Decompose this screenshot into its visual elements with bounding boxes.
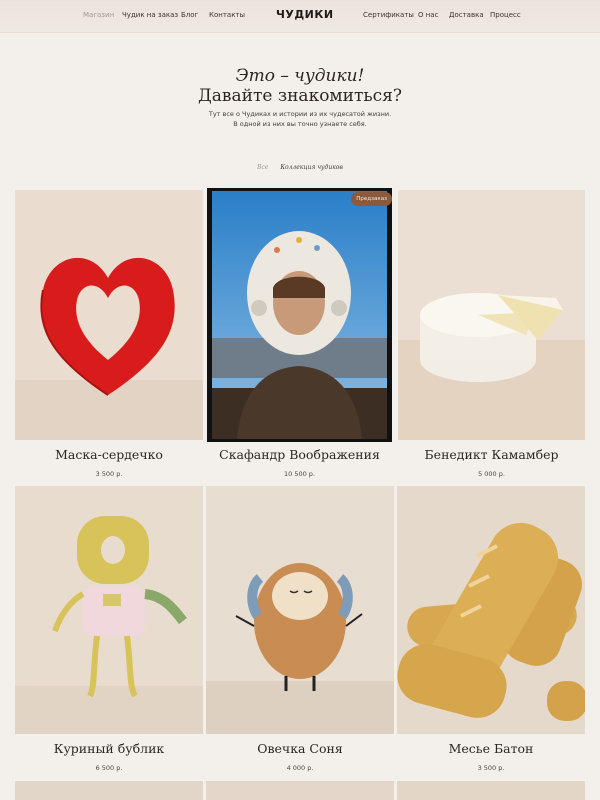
product-image-space-helmet[interactable] [207,188,392,442]
product-image-heart-mask[interactable] [15,190,203,440]
product-price: 4 000 р. [286,764,314,772]
product-price: 3 500 р. [95,470,123,478]
nav-custom-order[interactable]: Чудик на заказ [122,11,178,19]
preorder-badge: Предзаказ [351,192,392,206]
filter-collection[interactable]: Коллекция чудиков [280,164,343,171]
product-card[interactable]: Предзаказ Скафандр Воображения 10 500 р. [207,188,392,490]
nav-delivery[interactable]: Доставка [449,11,484,19]
product-title[interactable]: Маска-сердечко [15,447,203,462]
hero-title-line1: Это – чудики! [235,66,365,86]
hero-description-line1: Тут все о Чудиках и истории из их чудеса… [208,110,392,118]
product-image-partial[interactable] [206,781,394,800]
nav-contacts[interactable]: Контакты [209,11,245,19]
product-price: 3 500 р. [477,764,505,772]
product-image-chicken-bagel[interactable] [15,486,203,734]
nav-certificates[interactable]: Сертификаты [363,11,414,19]
product-card[interactable]: Бенедикт Камамбер 5 000 р. [398,190,585,490]
site-header: Магазин Чудик на заказ Блог Контакты ЧУД… [0,0,600,33]
nav-about[interactable]: О нас [418,11,438,19]
site-logo[interactable]: ЧУДИКИ [276,8,334,21]
product-price: 6 500 р. [95,764,123,772]
product-title[interactable]: Месье Батон [397,741,585,756]
nav-shop[interactable]: Магазин [83,11,114,19]
product-image-sheep-sonya[interactable] [206,486,394,734]
product-card[interactable]: Месье Батон 3 500 р. [397,486,585,786]
product-card[interactable]: Маска-сердечко 3 500 р. [15,190,203,490]
product-price: 10 500 р. [283,470,315,478]
nav-blog[interactable]: Блог [181,11,198,19]
hero-title-line2: Давайте знакомиться? [197,86,403,106]
filter-all[interactable]: Все [257,164,268,171]
product-card[interactable]: Овечка Соня 4 000 р. [206,486,394,786]
product-image-partial[interactable] [15,781,203,800]
product-image-camembert[interactable] [398,190,585,440]
product-title[interactable]: Бенедикт Камамбер [398,447,585,462]
product-title[interactable]: Овечка Соня [206,741,394,756]
product-title[interactable]: Куриный бублик [15,741,203,756]
hero-description-line2: В одной из них вы точно узнаете себя. [233,120,367,128]
product-image-baguettes[interactable] [397,486,585,734]
product-card[interactable]: Куриный бублик 6 500 р. [15,486,203,786]
product-title[interactable]: Скафандр Воображения [207,447,392,462]
product-image-partial[interactable] [397,781,585,800]
nav-process[interactable]: Процесс [490,11,521,19]
product-price: 5 000 р. [478,470,505,478]
collection-filters: Все Коллекция чудиков [0,164,600,171]
